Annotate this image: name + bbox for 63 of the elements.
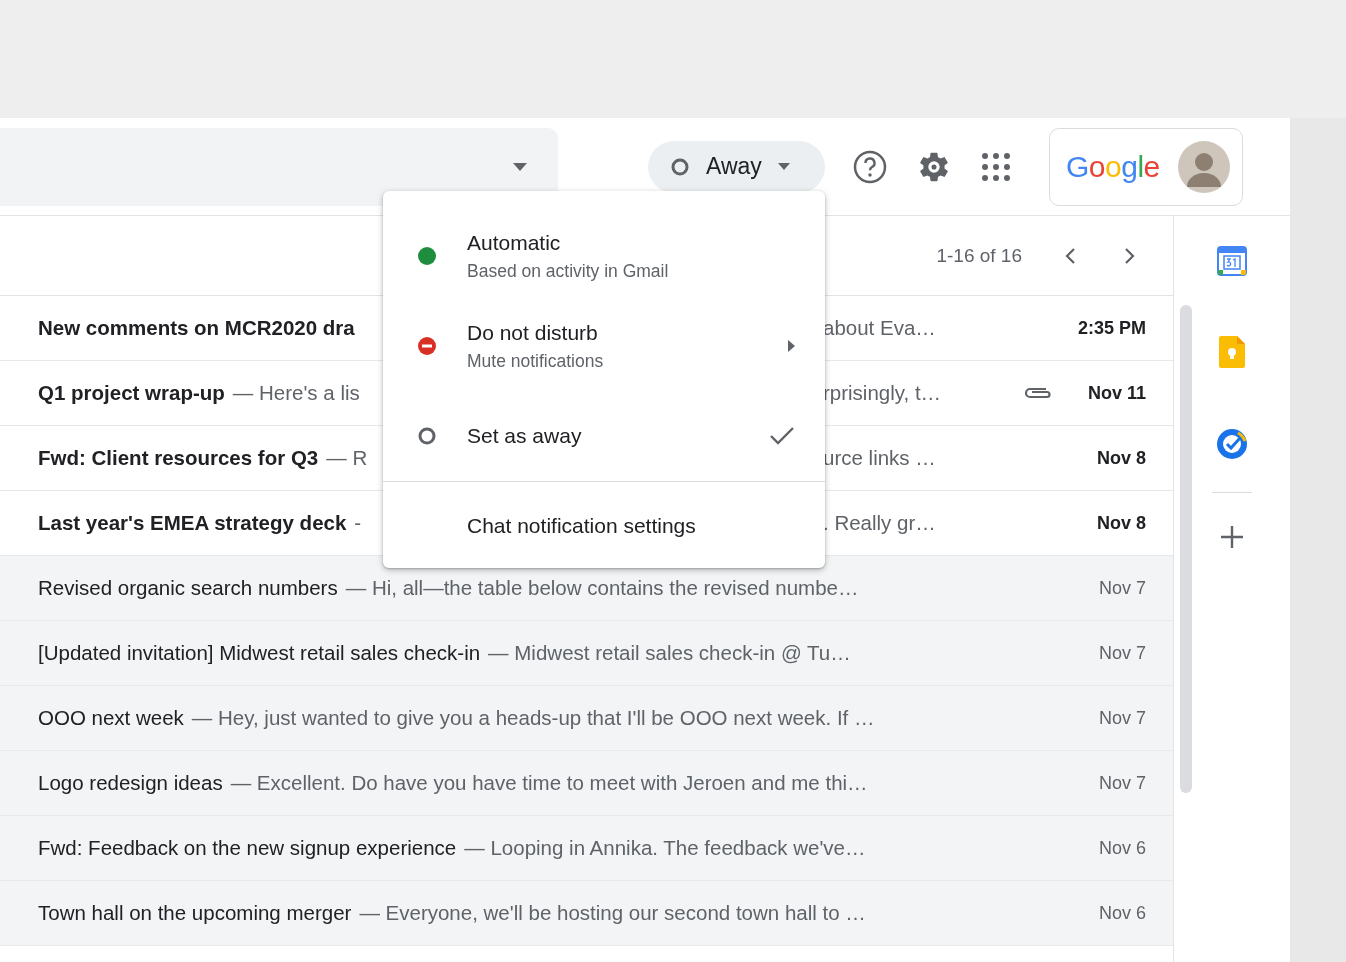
message-snippet: — Excellent. Do have you have time to meet with Jeroen and me thi… [230,771,868,795]
status-option[interactable]: Automatic Based on activity in Gmail [383,211,825,301]
message-subject: Fwd: Client resources for Q3 [38,446,319,470]
option-label: Do not disturb [467,320,599,345]
status-ring-icon [670,156,690,177]
message-row[interactable]: [Updated invitation] Midwest retail sales check-in — Midwest retail sales check-in @ Tu… Nov 7 [0,621,1173,686]
chevron-right-icon[interactable] [1124,246,1136,265]
message-date: Nov 8 [1096,447,1146,469]
caret-icon [513,162,527,171]
message-snippet: — Midwest retail sales check-in @ Tu… [488,641,851,665]
message-snippet: — Looping in Annika. The feedback we've… [464,836,866,860]
message-snippet: rprisingly, t… [823,381,942,405]
message-subject: New comments on MCR2020 dra [38,316,355,340]
message-snippet: . Really gr… [823,511,936,535]
scrollbar[interactable] [1180,305,1192,793]
message-row[interactable]: Fwd: Feedback on the new signup experience — Looping in Annika. The feedback we've… Nov 6 [0,816,1173,881]
tasks-icon[interactable] [1216,428,1248,460]
apps-grid-icon[interactable] [981,151,1011,182]
message-date: Nov 6 [1098,902,1146,924]
message-date: Nov 8 [1096,512,1146,534]
message-subject: Town hall on the upcoming merger [38,901,352,925]
account-card[interactable]: Google [1049,127,1243,206]
option-description: Based on activity in Gmail [467,260,670,282]
option-label: Automatic [467,230,562,255]
message-date: Nov 7 [1098,772,1146,794]
status-option[interactable]: Do not disturb Mute notifications [383,301,825,391]
message-row[interactable]: Logo redesign ideas — Excellent. Do have you have time to meet with Jeroen and me thi… Nov 7 [0,751,1173,816]
option-label: Set as away [467,424,583,448]
message-row[interactable]: Revised organic search numbers — Hi, all—the table below contains the revised numbe… Nov 7 [0,556,1173,621]
message-snippet: — R [326,446,368,470]
message-snippet: — Hey, just wanted to give you a heads-up that I'll be OOO next week. If … [191,706,875,730]
message-snippet: — Hi, all—the table below contains the revised numbe… [345,576,859,600]
caret-icon [777,163,790,170]
message-row[interactable]: OOO next week — Hey, just wanted to give you a heads-up that I'll be OOO next week. If … Nov 7 [0,686,1173,751]
plus-icon[interactable] [1220,525,1244,549]
avatar-icon[interactable] [1177,140,1230,193]
google-logo: Google [1066,149,1160,184]
message-date: Nov 11 [1087,382,1146,404]
message-subject: Revised organic search numbers [38,576,338,600]
message-date: 2:35 PM [1077,317,1146,339]
message-date: Nov 6 [1098,837,1146,859]
message-snippet: — Here's a lis [232,381,360,405]
message-date: Nov 7 [1098,707,1146,729]
message-snippet: - [354,511,362,535]
message-subject: Logo redesign ideas [38,771,223,795]
message-subject: OOO next week [38,706,184,730]
message-subject: Q1 project wrap-up [38,381,225,405]
message-snippet: about Eva… [823,316,936,340]
calendar-icon[interactable] [1217,246,1247,276]
message-snippet: — Everyone, we'll be hosting our second town hall to … [359,901,866,925]
message-date: Nov 7 [1098,642,1146,664]
status-option[interactable]: Set as away [383,391,825,481]
help-icon[interactable] [853,149,887,184]
option-description: Mute notifications [467,350,605,372]
message-subject: [Updated invitation] Midwest retail sales check-in [38,641,481,665]
pagination-range: 1-16 of 16 [936,244,1022,267]
message-subject: Last year's EMEA strategy deck [38,511,347,535]
chevron-left-icon[interactable] [1064,246,1076,265]
message-subject: Fwd: Feedback on the new signup experience [38,836,457,860]
status-button[interactable]: Away [648,140,825,193]
message-date: Nov 7 [1098,577,1146,599]
message-row[interactable]: Town hall on the upcoming merger — Everyone, we'll be hosting our second town hall to … Nov 6 [0,881,1173,946]
search-field[interactable] [0,127,558,206]
